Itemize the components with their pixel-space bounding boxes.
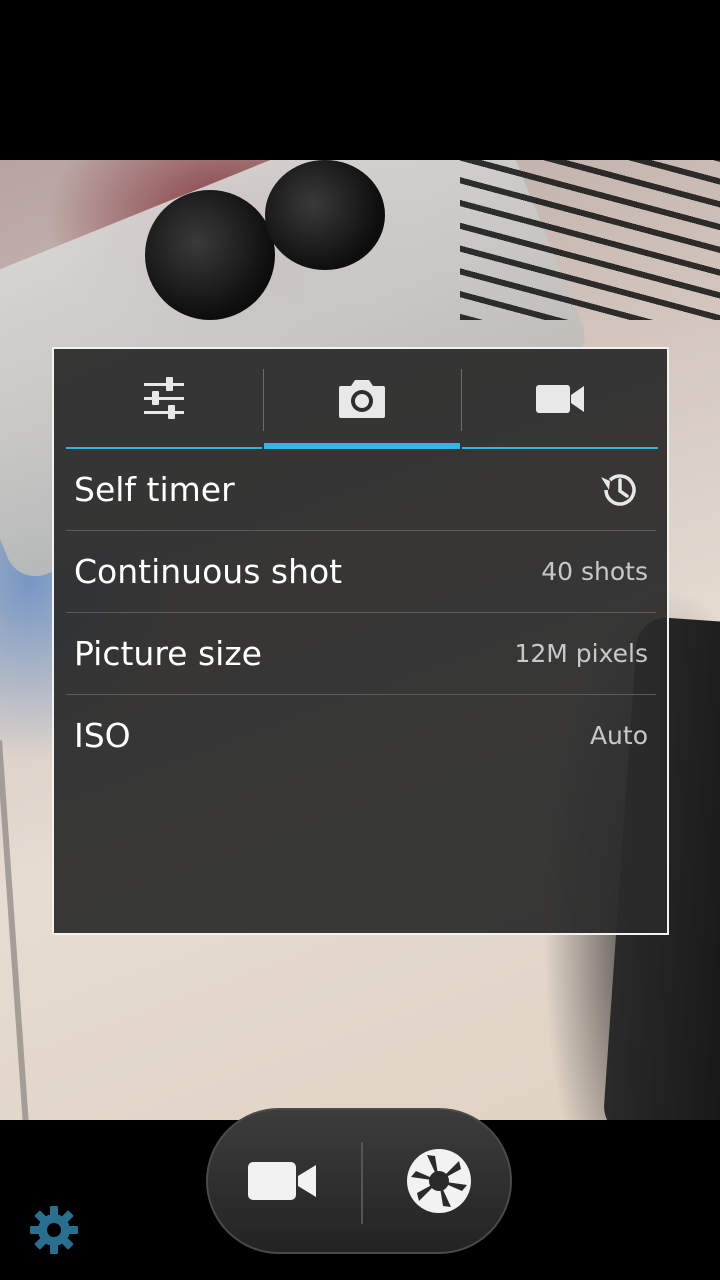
timer-icon	[598, 468, 656, 512]
capture-controls	[206, 1108, 512, 1254]
setting-row-self-timer[interactable]: Self timer	[66, 449, 656, 531]
tab-general-settings[interactable]	[66, 349, 262, 449]
setting-value: 12M pixels	[514, 639, 648, 668]
video-camera-icon	[536, 385, 584, 413]
setting-label: ISO	[74, 716, 131, 755]
setting-value: Auto	[589, 721, 648, 750]
settings-tabs	[66, 349, 658, 449]
camera-settings-panel: Self timer Continuous shot 40 shots Pict…	[52, 347, 669, 935]
video-record-button[interactable]	[208, 1110, 358, 1252]
plug-background	[145, 190, 275, 320]
camera-icon	[339, 380, 385, 418]
settings-list: Self timer Continuous shot 40 shots Pict…	[66, 449, 656, 776]
shutter-icon	[407, 1149, 471, 1213]
shutter-button[interactable]	[364, 1110, 514, 1252]
cables-background	[460, 160, 720, 320]
tab-video-settings[interactable]	[462, 349, 658, 449]
plug-background	[265, 160, 385, 270]
wire-background	[0, 740, 30, 1120]
setting-row-picture-size[interactable]: Picture size 12M pixels	[66, 613, 656, 695]
setting-row-continuous-shot[interactable]: Continuous shot 40 shots	[66, 531, 656, 613]
setting-label: Picture size	[74, 634, 262, 673]
top-bar	[0, 0, 720, 160]
settings-button[interactable]	[28, 1204, 80, 1256]
setting-label: Self timer	[74, 470, 235, 509]
setting-label: Continuous shot	[74, 552, 343, 591]
capture-divider	[361, 1142, 363, 1224]
video-camera-icon	[248, 1162, 316, 1200]
setting-row-iso[interactable]: ISO Auto	[66, 695, 656, 776]
tab-photo-settings[interactable]	[264, 349, 460, 449]
sliders-icon	[144, 377, 184, 419]
setting-value: 40 shots	[541, 557, 648, 586]
gear-icon	[30, 1206, 78, 1254]
